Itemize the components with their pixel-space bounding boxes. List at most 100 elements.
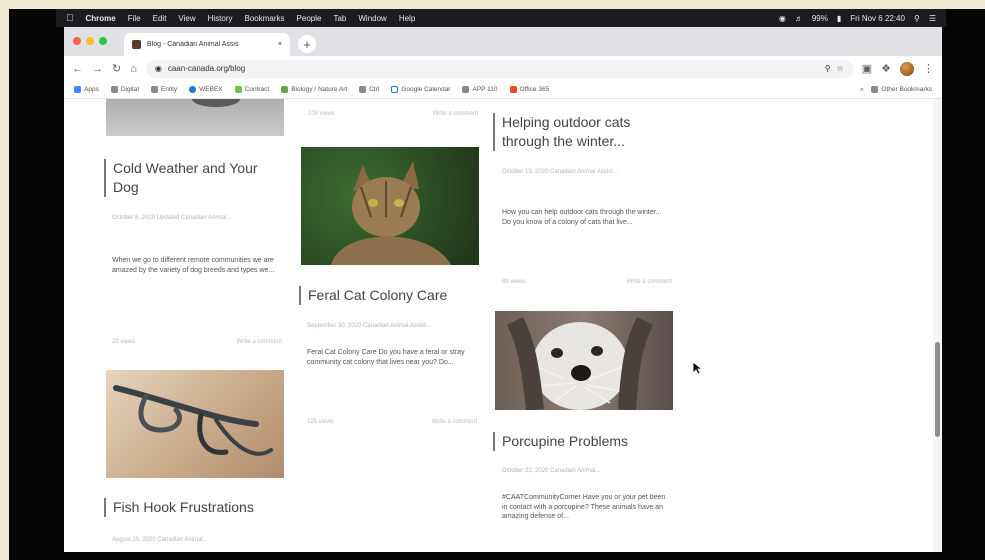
- address-bar[interactable]: ◉ caan-canada.org/blog ⚲ ☆: [145, 59, 853, 78]
- menu-view[interactable]: View: [178, 14, 195, 23]
- post-excerpt: Feral Cat Colony Care Do you have a fera…: [307, 349, 465, 366]
- mac-menu-bar:  Chrome File Edit View History Bookmark…: [56, 9, 946, 27]
- calendar-icon: [391, 86, 399, 93]
- bookmark-contract[interactable]: Contract: [234, 86, 269, 93]
- wifi-icon[interactable]: ◉: [779, 14, 786, 23]
- browser-toolbar: ← → ↻ ⌂ ◉ caan-canada.org/blog ⚲ ☆ ▣ ❖ ⋮: [64, 56, 942, 81]
- bookmark-office-365[interactable]: Office 365: [509, 86, 549, 93]
- url-text[interactable]: caan-canada.org/blog: [168, 64, 819, 73]
- tab-strip: Blog - Canadian Animal Assis × +: [64, 27, 942, 56]
- forward-icon[interactable]: →: [92, 63, 103, 75]
- post-title-feral-cat[interactable]: Feral Cat Colony Care: [299, 286, 475, 305]
- vertical-scrollbar[interactable]: [933, 99, 942, 552]
- animal-photo-icon: [192, 99, 240, 107]
- folder-icon: [110, 86, 118, 93]
- dog-quills-photo-icon: [506, 316, 654, 410]
- extensions-puzzle-icon[interactable]: ❖: [881, 62, 891, 75]
- post-meta: August 10, 2020 Canadian Animal...: [112, 537, 208, 543]
- tab-blog[interactable]: Blog - Canadian Animal Assis ×: [124, 33, 290, 56]
- extension-icon[interactable]: ▣: [862, 62, 872, 75]
- profile-avatar[interactable]: [900, 61, 914, 76]
- menu-bookmarks[interactable]: Bookmarks: [245, 14, 285, 23]
- fish-hook-photo-icon: [113, 385, 273, 456]
- post-excerpt: How you can help outdoor cats through th…: [502, 209, 662, 226]
- post-title-cold-weather[interactable]: Cold Weather and Your Dog: [104, 159, 280, 197]
- bookmark-biology[interactable]: Biology / Nature Art: [281, 86, 347, 93]
- back-icon[interactable]: ←: [72, 63, 83, 75]
- office-icon: [509, 86, 517, 93]
- post-meta: October 8, 2020 Updated Canadian Animal.…: [112, 215, 232, 221]
- bookmark-star-icon[interactable]: ☆: [837, 64, 844, 73]
- comment-link[interactable]: Write a comment: [433, 111, 478, 117]
- post-footer: 125 views Write a comment: [307, 419, 477, 425]
- post-footer: 22 views Write a comment: [112, 339, 282, 345]
- post-title-fish-hook[interactable]: Fish Hook Frustrations: [104, 498, 280, 517]
- bookmark-digital[interactable]: Digital: [110, 86, 139, 93]
- bookmark-webex[interactable]: WEBEX: [189, 86, 223, 93]
- post-views: 22 views: [112, 339, 136, 345]
- site-favicon-icon: [132, 40, 141, 49]
- tab-title: Blog - Canadian Animal Assis: [147, 41, 239, 48]
- zoom-window-icon[interactable]: [99, 37, 107, 45]
- post-meta: September 30, 2020 Canadian Animal Assis…: [307, 323, 431, 329]
- clock[interactable]: Fri Nov 6 22:40: [850, 14, 905, 23]
- post-title-outdoor-cats[interactable]: Helping outdoor cats through the winter.…: [493, 113, 669, 151]
- menu-help[interactable]: Help: [399, 14, 415, 23]
- webex-icon: [189, 86, 197, 93]
- folder-icon: [462, 86, 470, 93]
- blog-page: Cold Weather and Your Dog October 8, 202…: [64, 99, 942, 552]
- post-footer: 105 views Write a comment: [308, 111, 478, 117]
- post-footer: 89 views Write a comment: [502, 279, 672, 285]
- bookmark-ctrl[interactable]: Ctrl: [359, 86, 379, 93]
- post-views: 105 views: [308, 111, 335, 117]
- post-image-feral-cat[interactable]: [301, 147, 479, 265]
- minimize-window-icon[interactable]: [86, 37, 94, 45]
- double-chevron-icon: »: [859, 86, 864, 93]
- menu-history[interactable]: History: [208, 14, 233, 23]
- leaf-icon: [234, 86, 242, 93]
- volume-icon[interactable]: ♬: [795, 14, 803, 23]
- spotlight-icon[interactable]: ⚲: [914, 14, 920, 23]
- control-center-icon[interactable]: ☰: [929, 14, 936, 23]
- post-views: 125 views: [307, 419, 334, 425]
- post-views: 89 views: [502, 279, 526, 285]
- bookmark-apps[interactable]: Apps: [74, 86, 99, 93]
- folder-icon: [150, 86, 158, 93]
- bookmark-entity[interactable]: Entity: [150, 86, 177, 93]
- post-image-partial[interactable]: [106, 99, 284, 136]
- key-icon[interactable]: ⚲: [825, 64, 831, 73]
- window-controls: [73, 37, 107, 45]
- new-tab-button[interactable]: +: [298, 35, 316, 53]
- bookmark-google-calendar[interactable]: Google Calendar: [391, 86, 450, 93]
- post-title-porcupine[interactable]: Porcupine Problems: [493, 432, 669, 451]
- more-menu-icon[interactable]: ⋮: [923, 62, 934, 75]
- menu-edit[interactable]: Edit: [153, 14, 167, 23]
- menu-file[interactable]: File: [128, 14, 141, 23]
- battery-level[interactable]: 99%: [812, 14, 828, 23]
- comment-link[interactable]: Write a comment: [237, 339, 282, 345]
- browser-window: Blog - Canadian Animal Assis × + ← → ↻ ⌂…: [64, 27, 942, 552]
- battery-icon[interactable]: ▮: [837, 14, 841, 23]
- post-meta: October 13, 2020 Canadian Animal Assist.…: [502, 169, 618, 175]
- bookmark-other[interactable]: » Other Bookmarks: [860, 86, 932, 93]
- comment-link[interactable]: Write a comment: [432, 419, 477, 425]
- folder-icon: [871, 86, 879, 93]
- post-image-fish-hook[interactable]: [106, 370, 284, 478]
- post-image-porcupine[interactable]: [495, 311, 673, 410]
- home-icon[interactable]: ⌂: [130, 63, 137, 75]
- cat-photo-icon: [331, 161, 451, 265]
- apple-icon[interactable]: : [66, 13, 74, 24]
- leaf-icon: [281, 86, 289, 93]
- menu-tab[interactable]: Tab: [333, 14, 346, 23]
- menu-people[interactable]: People: [297, 14, 322, 23]
- scrollbar-thumb[interactable]: [935, 342, 940, 437]
- bookmark-app-110[interactable]: APP 110: [462, 86, 498, 93]
- close-tab-icon[interactable]: ×: [278, 41, 282, 48]
- apps-grid-icon: [74, 86, 81, 93]
- comment-link[interactable]: Write a comment: [627, 279, 672, 285]
- close-window-icon[interactable]: [73, 37, 81, 45]
- mouse-cursor-icon: [692, 361, 702, 375]
- reload-icon[interactable]: ↻: [112, 62, 121, 75]
- menu-window[interactable]: Window: [358, 14, 386, 23]
- menu-app-name[interactable]: Chrome: [86, 14, 116, 23]
